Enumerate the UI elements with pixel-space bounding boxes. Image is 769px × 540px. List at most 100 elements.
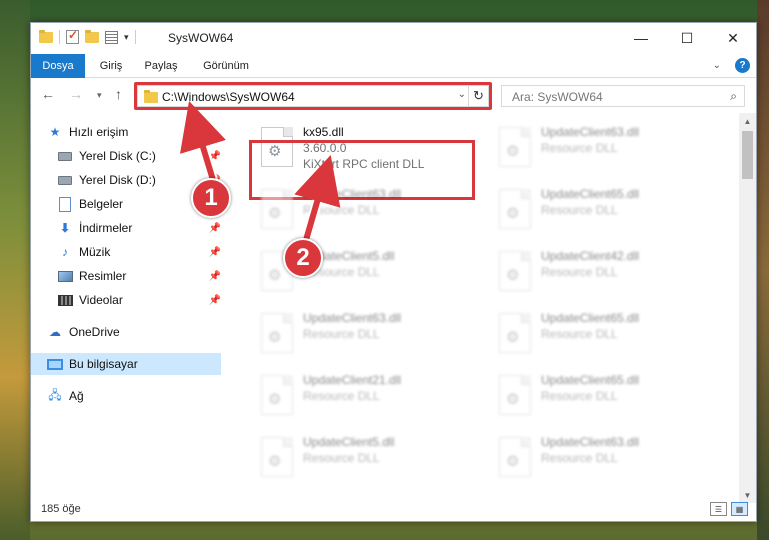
properties-check-icon[interactable]: [66, 28, 79, 44]
folder-icon: [39, 29, 53, 43]
forward-arrow-icon[interactable]: →: [69, 86, 83, 102]
file-description: Resource DLL: [541, 327, 618, 341]
dll-file-icon: ⚙: [499, 127, 531, 167]
tab-file[interactable]: Dosya: [31, 54, 85, 78]
navigation-bar: ← → ▾ ↑ C:\Windows\SysWOW64 ⌄ ↻ Ara: Sys…: [31, 79, 756, 111]
file-name: UpdateClient5.dll: [303, 435, 395, 449]
file-name: UpdateClient63.dll: [303, 187, 402, 201]
properties-icon[interactable]: [105, 30, 118, 44]
file-explorer-window: ▾ SysWOW64 — ☐ ✕ Dosya Giriş Paylaş Görü…: [30, 22, 757, 522]
file-tile[interactable]: ⚙ UpdateClient65.dll Resource DLL: [489, 181, 724, 239]
file-tile[interactable]: ⚙ UpdateClient63.dll Resource DLL: [251, 305, 486, 363]
sidebar-item-label: Bu bilgisayar: [69, 357, 138, 371]
customize-toolbar-dropdown-icon[interactable]: ▾: [124, 32, 129, 43]
file-name: UpdateClient21.dll: [303, 373, 402, 387]
toolbar-divider: [134, 30, 136, 44]
close-button[interactable]: ✕: [710, 23, 756, 53]
disk-icon: [57, 172, 73, 188]
dll-file-icon: ⚙: [261, 437, 293, 477]
dll-file-icon: ⚙: [261, 375, 293, 415]
dll-file-icon: ⚙: [261, 313, 293, 353]
file-description: Resource DLL: [303, 451, 380, 465]
file-tile[interactable]: ⚙ UpdateClient65.dll Resource DLL: [489, 367, 724, 425]
file-tile[interactable]: ⚙ UpdateClient5.dll Resource DLL: [251, 429, 486, 487]
file-tile[interactable]: ⚙ UpdateClient21.dll Resource DLL: [251, 367, 486, 425]
sidebar-item-label: Hızlı erişim: [69, 125, 129, 139]
item-count: 185 öğe: [41, 503, 81, 515]
star-icon: ★: [49, 125, 61, 139]
computer-icon: [47, 356, 63, 372]
dll-file-icon: ⚙: [499, 313, 531, 353]
file-tile[interactable]: ⚙ UpdateClient63.dll Resource DLL: [489, 119, 724, 177]
search-box[interactable]: Ara: SysWOW64 ⌕: [501, 85, 745, 107]
ribbon-tabs: Dosya Giriş Paylaş Görünüm ⌄ ?: [31, 54, 756, 78]
sidebar-item-onedrive[interactable]: ☁ OneDrive: [47, 321, 217, 343]
scroll-thumb[interactable]: [742, 131, 753, 179]
quick-access-toolbar: ▾: [39, 28, 136, 44]
window-controls: — ☐ ✕: [618, 23, 756, 53]
document-icon: [57, 196, 73, 212]
file-description: Resource DLL: [303, 203, 380, 217]
sidebar-item-label: Yerel Disk (D:): [79, 173, 156, 187]
sidebar-item-label: Müzik: [79, 245, 111, 259]
recent-locations-chevron-icon[interactable]: ▾: [97, 90, 102, 101]
music-icon: ♪: [62, 245, 68, 259]
navigation-pane: ★ Hızlı erişim Yerel Disk (C:) 📌 Yerel D…: [31, 113, 223, 503]
file-tile[interactable]: ⚙ UpdateClient63.dll Resource DLL: [251, 181, 486, 239]
sidebar-item-label: Belgeler: [79, 197, 124, 211]
file-tile[interactable]: ⚙ UpdateClient65.dll Resource DLL: [489, 305, 724, 363]
file-description: Resource DLL: [303, 327, 380, 341]
sidebar-item-label: Videolar: [79, 293, 123, 307]
status-bar: 185 öğe ☰ ▦: [31, 499, 756, 521]
pin-icon[interactable]: 📌: [209, 151, 221, 162]
picture-icon: [57, 268, 73, 284]
file-description: Resource DLL: [541, 141, 618, 155]
dll-file-icon: ⚙: [499, 375, 531, 415]
sidebar-item-this-pc[interactable]: Bu bilgisayar: [31, 353, 221, 375]
sidebar-item-label: İndirmeler: [79, 221, 133, 235]
pin-icon[interactable]: 📌: [209, 295, 221, 306]
scroll-up-icon[interactable]: ▲: [739, 113, 756, 129]
tab-share[interactable]: Paylaş: [141, 54, 181, 78]
vertical-scrollbar[interactable]: ▲ ▼: [739, 113, 756, 503]
pin-icon[interactable]: 📌: [209, 271, 221, 282]
search-placeholder[interactable]: Ara: SysWOW64: [512, 90, 603, 104]
file-description: Resource DLL: [541, 451, 618, 465]
disk-icon: [57, 148, 73, 164]
file-name: kx95.dll: [303, 125, 344, 139]
help-icon[interactable]: ?: [735, 58, 750, 73]
tab-home[interactable]: Giriş: [95, 54, 127, 78]
sidebar-item-pictures[interactable]: Resimler 📌: [57, 265, 221, 287]
tab-view[interactable]: Görünüm: [201, 54, 251, 78]
sidebar-item-quick-access[interactable]: ★ Hızlı erişim: [47, 121, 217, 143]
ribbon-controls: ⌄ ?: [713, 58, 750, 73]
file-tile[interactable]: ⚙ UpdateClient63.dll Resource DLL: [489, 429, 724, 487]
address-highlight-box: [134, 82, 492, 110]
sidebar-item-downloads[interactable]: ⬇ İndirmeler 📌: [57, 217, 221, 239]
sidebar-item-network[interactable]: 🖧 Ağ: [47, 385, 217, 407]
pin-icon[interactable]: 📌: [209, 247, 221, 258]
file-description: Resource DLL: [303, 389, 380, 403]
pin-icon[interactable]: 📌: [209, 223, 221, 234]
file-name: UpdateClient65.dll: [541, 187, 640, 201]
sidebar-item-local-disk-c[interactable]: Yerel Disk (C:) 📌: [57, 145, 221, 167]
sidebar-item-label: Yerel Disk (C:): [79, 149, 156, 163]
file-tile[interactable]: ⚙ UpdateClient42.dll Resource DLL: [489, 243, 724, 301]
up-arrow-icon[interactable]: ↑: [115, 86, 122, 102]
maximize-button[interactable]: ☐: [664, 23, 710, 53]
dll-file-icon: ⚙: [499, 437, 531, 477]
new-folder-icon[interactable]: [85, 29, 99, 43]
minimize-button[interactable]: —: [618, 23, 664, 53]
sidebar-item-music[interactable]: ♪ Müzik 📌: [57, 241, 221, 263]
file-list: ⚙ kx95.dll 3.60.0.0 KiXtart RPC client D…: [227, 113, 741, 503]
search-icon[interactable]: ⌕: [730, 89, 737, 104]
details-view-icon[interactable]: ☰: [710, 502, 727, 516]
file-description: Resource DLL: [541, 389, 618, 403]
window-title: SysWOW64: [168, 31, 234, 45]
expand-ribbon-chevron-icon[interactable]: ⌄: [713, 60, 721, 71]
desktop-background-right: [757, 0, 769, 540]
tiles-view-icon[interactable]: ▦: [731, 502, 748, 516]
file-name: UpdateClient63.dll: [303, 311, 402, 325]
sidebar-item-videos[interactable]: Videolar 📌: [57, 289, 221, 311]
back-arrow-icon[interactable]: ←: [41, 86, 55, 102]
